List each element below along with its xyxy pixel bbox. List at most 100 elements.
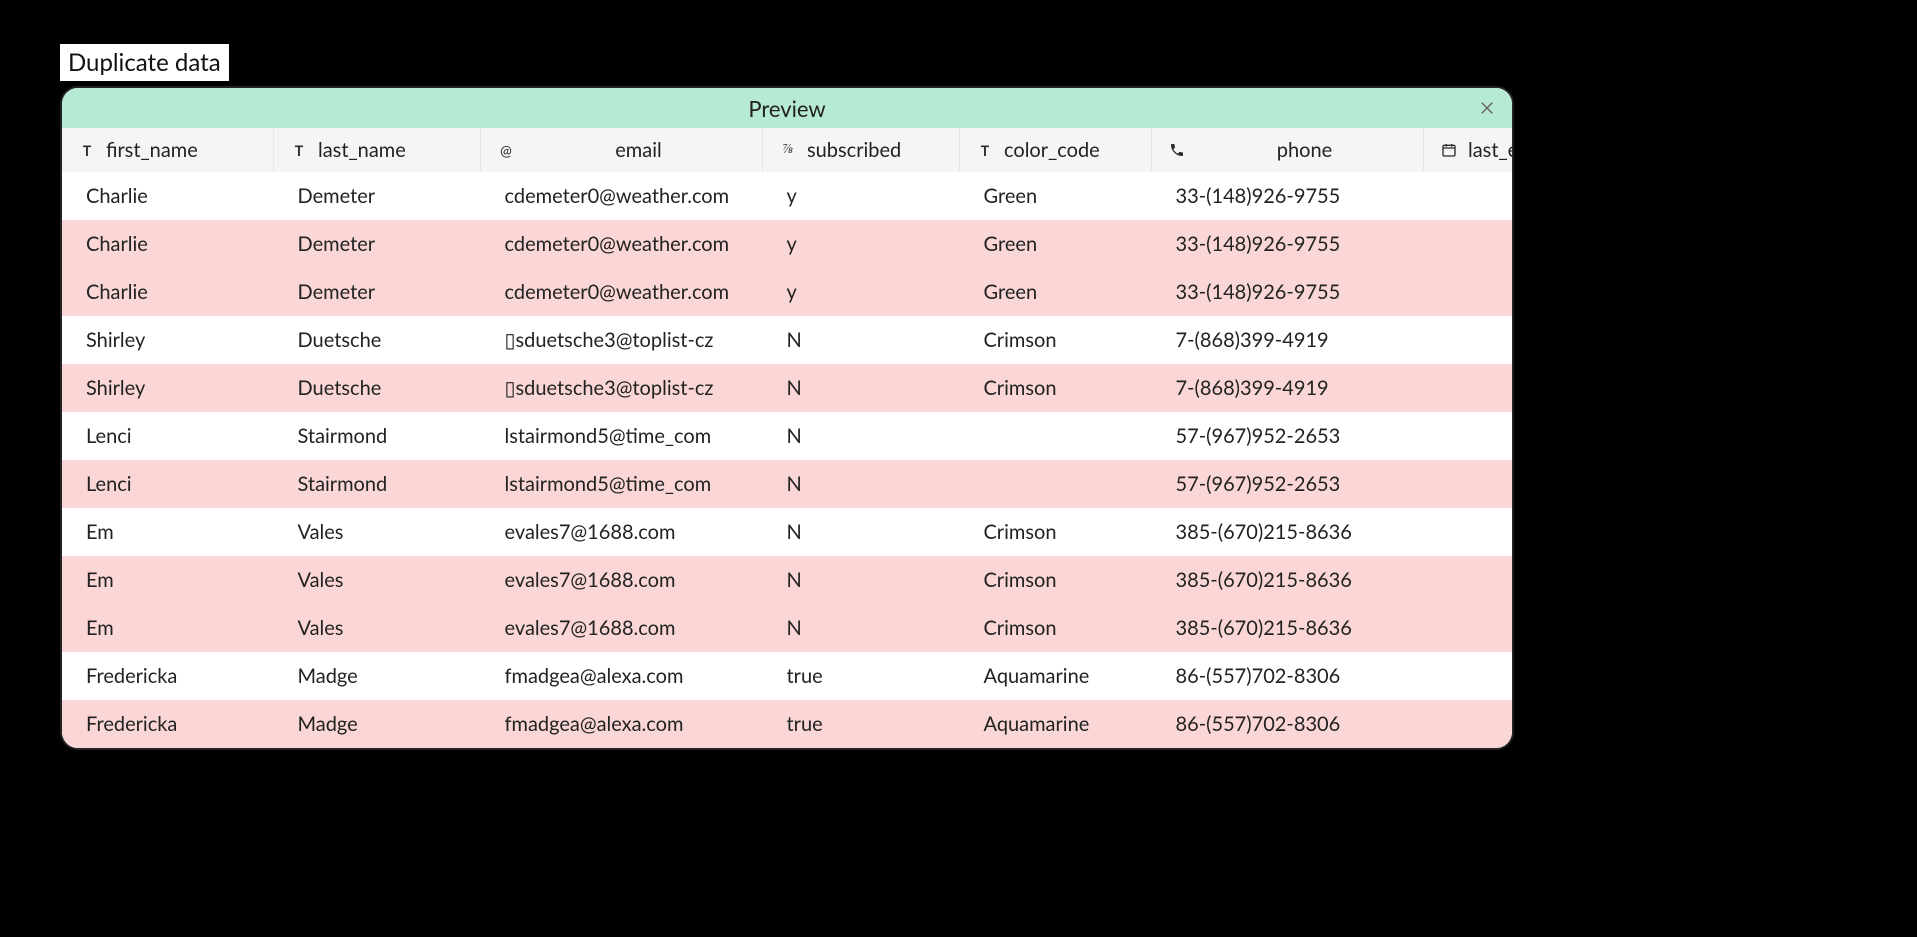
cell-last_name: Vales <box>274 604 481 652</box>
cell-email: ▯sduetsche3@toplist-cz <box>481 364 763 412</box>
cell-color_code: Crimson <box>960 364 1152 412</box>
column-header-color-code[interactable]: T color_code <box>960 128 1152 172</box>
cell-email: fmadgea@alexa.com <box>481 652 763 700</box>
text-icon: T <box>78 141 96 159</box>
cell-last_email_sent: 26/02/2016 <box>1424 604 1515 652</box>
column-header-subscribed[interactable]: ⅞ subscribed <box>763 128 960 172</box>
cell-email: evales7@1688.com <box>481 556 763 604</box>
cell-last_email_sent: 20/12/2013 <box>1424 268 1515 316</box>
column-header-last-email-sent[interactable]: last_email_sent <box>1424 128 1515 172</box>
boolean-icon: ⅞ <box>779 141 797 159</box>
cell-phone: 33-(148)926-9755 <box>1152 172 1424 220</box>
column-label: first_name <box>106 138 198 162</box>
cell-color_code: Aquamarine <box>960 652 1152 700</box>
table-header-row: T first_name T last_name @ email <box>62 128 1514 172</box>
table-row[interactable]: CharlieDemetercdemeter0@weather.comyGree… <box>62 268 1514 316</box>
column-header-email[interactable]: @ email <box>481 128 763 172</box>
column-header-first-name[interactable]: T first_name <box>62 128 274 172</box>
cell-color_code: Green <box>960 172 1152 220</box>
cell-last_email_sent: 26/02/2016 <box>1424 556 1515 604</box>
preview-label: Preview <box>748 95 825 122</box>
table-row[interactable]: ShirleyDuetsche▯sduetsche3@toplist-czNCr… <box>62 316 1514 364</box>
cell-last_email_sent: 20/12/2013 <box>1424 172 1515 220</box>
cell-email: cdemeter0@weather.com <box>481 172 763 220</box>
table-row[interactable]: ShirleyDuetsche▯sduetsche3@toplist-czNCr… <box>62 364 1514 412</box>
cell-first_name: Em <box>62 556 274 604</box>
column-label: email <box>525 138 752 162</box>
table-row[interactable]: CharlieDemetercdemeter0@weather.comyGree… <box>62 172 1514 220</box>
cell-last_email_sent: 13/09/2k14 <box>1424 460 1515 508</box>
cell-subscribed: true <box>763 652 960 700</box>
column-label: last_email_sent <box>1468 138 1514 162</box>
column-label: color_code <box>1004 138 1100 162</box>
cell-subscribed: true <box>763 700 960 748</box>
cell-email: lstairmond5@time_com <box>481 460 763 508</box>
cell-subscribed: N <box>763 508 960 556</box>
close-icon[interactable] <box>1476 97 1498 119</box>
cell-email: fmadgea@alexa.com <box>481 700 763 748</box>
preview-table: T first_name T last_name @ email <box>62 128 1514 748</box>
cell-last_name: Stairmond <box>274 460 481 508</box>
cell-first_name: Charlie <box>62 220 274 268</box>
cell-phone: 7-(868)399-4919 <box>1152 364 1424 412</box>
table-row[interactable]: LenciStairmondlstairmond5@time_comN57-(9… <box>62 460 1514 508</box>
column-label: subscribed <box>807 138 901 162</box>
cell-last_email_sent: 22/11/2013 <box>1424 652 1515 700</box>
cell-first_name: Charlie <box>62 172 274 220</box>
cell-first_name: Charlie <box>62 268 274 316</box>
cell-last_email_sent: 13/09/2k14 <box>1424 412 1515 460</box>
page-title: Duplicate data <box>60 44 229 81</box>
cell-subscribed: N <box>763 412 960 460</box>
cell-phone: 33-(148)926-9755 <box>1152 268 1424 316</box>
cell-first_name: Fredericka <box>62 700 274 748</box>
cell-color_code: Crimson <box>960 508 1152 556</box>
table-row[interactable]: EmValesevales7@1688.comNCrimson385-(670)… <box>62 604 1514 652</box>
cell-subscribed: N <box>763 556 960 604</box>
cell-color_code: Aquamarine <box>960 700 1152 748</box>
cell-phone: 385-(670)215-8636 <box>1152 556 1424 604</box>
cell-first_name: Em <box>62 604 274 652</box>
cell-email: cdemeter0@weather.com <box>481 220 763 268</box>
date-icon <box>1440 141 1458 159</box>
phone-icon <box>1168 141 1186 159</box>
table-body: CharlieDemetercdemeter0@weather.comyGree… <box>62 172 1514 748</box>
cell-color_code: Green <box>960 220 1152 268</box>
cell-phone: 385-(670)215-8636 <box>1152 508 1424 556</box>
cell-last_name: Stairmond <box>274 412 481 460</box>
cell-last_email_sent: 16/03/2015 <box>1424 316 1515 364</box>
at-icon: @ <box>497 141 515 159</box>
cell-phone: 385-(670)215-8636 <box>1152 604 1424 652</box>
cell-first_name: Fredericka <box>62 652 274 700</box>
cell-last_name: Madge <box>274 700 481 748</box>
cell-last_name: Vales <box>274 508 481 556</box>
column-header-last-name[interactable]: T last_name <box>274 128 481 172</box>
cell-subscribed: N <box>763 316 960 364</box>
cell-subscribed: N <box>763 460 960 508</box>
table-row[interactable]: FrederickaMadgefmadgea@alexa.comtrueAqua… <box>62 652 1514 700</box>
cell-subscribed: N <box>763 604 960 652</box>
table-row[interactable]: FrederickaMadgefmadgea@alexa.comtrueAqua… <box>62 700 1514 748</box>
cell-phone: 57-(967)952-2653 <box>1152 460 1424 508</box>
preview-header: Preview <box>62 88 1512 128</box>
table-row[interactable]: CharlieDemetercdemeter0@weather.comyGree… <box>62 220 1514 268</box>
cell-last_email_sent: 16/03/2015 <box>1424 364 1515 412</box>
cell-first_name: Em <box>62 508 274 556</box>
table-row[interactable]: LenciStairmondlstairmond5@time_comN57-(9… <box>62 412 1514 460</box>
column-header-phone[interactable]: phone <box>1152 128 1424 172</box>
cell-subscribed: N <box>763 364 960 412</box>
cell-first_name: Shirley <box>62 364 274 412</box>
table-row[interactable]: EmValesevales7@1688.comNCrimson385-(670)… <box>62 556 1514 604</box>
cell-first_name: Lenci <box>62 412 274 460</box>
text-icon: T <box>290 141 308 159</box>
cell-subscribed: y <box>763 220 960 268</box>
cell-phone: 7-(868)399-4919 <box>1152 316 1424 364</box>
cell-phone: 33-(148)926-9755 <box>1152 220 1424 268</box>
cell-last_email_sent: 26/02/2016 <box>1424 508 1515 556</box>
cell-color_code <box>960 412 1152 460</box>
column-label: phone <box>1196 138 1413 162</box>
cell-email: lstairmond5@time_com <box>481 412 763 460</box>
cell-phone: 86-(557)702-8306 <box>1152 652 1424 700</box>
cell-last_name: Madge <box>274 652 481 700</box>
table-row[interactable]: EmValesevales7@1688.comNCrimson385-(670)… <box>62 508 1514 556</box>
column-label: last_name <box>318 138 406 162</box>
